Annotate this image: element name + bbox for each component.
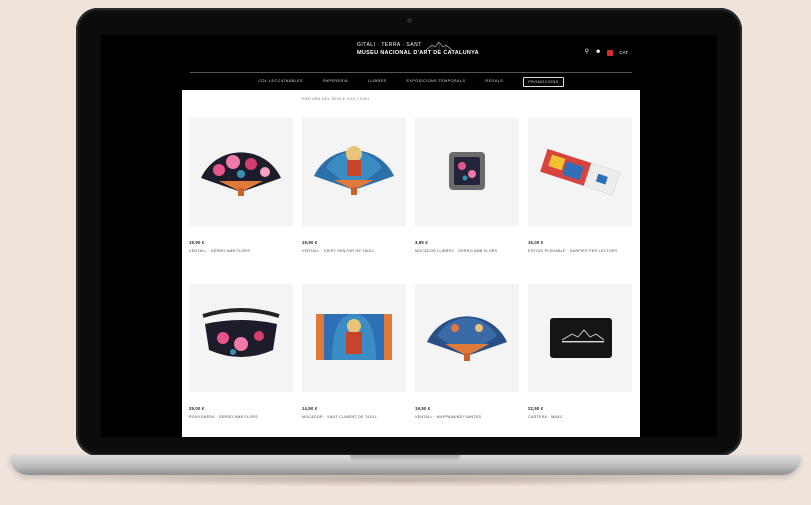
laptop-lid: GITALI · TERRA · SANT MUSEU NACIONAL D'A… <box>76 8 742 456</box>
product-name[interactable]: VENTALL · GERRO AMB FLORS <box>189 249 293 253</box>
product-image-fan-pantocrator[interactable] <box>302 118 406 226</box>
product-card[interactable]: 19,90 € VENTALL · CRIST SENYOR DE TAÜLL <box>302 118 406 253</box>
product-image-pantocrator-scarf[interactable] <box>302 284 406 392</box>
search-icon[interactable]: ⚲ <box>585 49 589 56</box>
product-card[interactable]: 15,00 € ESTOIG PLEGABLE · HARPIES PER LE… <box>528 118 632 253</box>
product-name[interactable]: MOCADOR · SANT CLIMENT DE TAÜLL <box>302 415 406 419</box>
nav-item-stationery[interactable]: PAPERERIA <box>323 77 348 87</box>
product-price: 15,00 € <box>528 240 544 245</box>
nav-item-gifts[interactable]: REGALS <box>485 77 503 87</box>
nav-item-books[interactable]: LLIBRES <box>368 77 386 87</box>
header-divider <box>190 72 632 73</box>
main-nav: COL·LECCIONABLES PAPERERIA LLIBRES EXPOS… <box>182 77 640 87</box>
product-price: 19,90 € <box>302 240 318 245</box>
product-name[interactable]: RONYONERA · GERRO AMB FLORS <box>189 415 293 419</box>
laptop-shadow <box>30 473 781 487</box>
product-price: 3,95 € <box>415 240 428 245</box>
product-price: 29,00 € <box>189 406 205 411</box>
product-card[interactable]: 3,95 € MOCADOR LLIBRES · GERRO AMB FLORS <box>415 118 519 253</box>
product-name[interactable]: ESTOIG PLEGABLE · HARPIES PER LECTORS <box>528 249 632 253</box>
nav-item-exhibitions[interactable]: EXPOSICIONS TEMPORALS <box>406 77 465 87</box>
product-image-waist-bag[interactable] <box>189 284 293 392</box>
logo-tagline[interactable]: GITALI · TERRA · SANT <box>357 42 422 48</box>
product-price: 14,90 € <box>302 406 318 411</box>
product-card[interactable]: 14,90 € MOCADOR · SANT CLIMENT DE TAÜLL <box>302 284 406 419</box>
product-price: 19,90 € <box>189 240 205 245</box>
product-card[interactable]: 29,00 € RONYONERA · GERRO AMB FLORS <box>189 284 293 419</box>
product-name[interactable]: VENTALL · MAPPAMUNDI SANTES <box>415 415 519 419</box>
product-name[interactable]: CARTERA · MNAC <box>528 415 632 419</box>
product-image-pin-box[interactable] <box>415 118 519 226</box>
nav-item-collectables[interactable]: COL·LECCIONABLES <box>258 77 303 87</box>
product-image-fan-floral[interactable] <box>189 118 293 226</box>
product-image-wallet[interactable] <box>528 284 632 392</box>
product-name[interactable]: MOCADOR LLIBRES · GERRO AMB FLORS <box>415 249 519 253</box>
nav-item-promotions[interactable]: PROMOCIONS <box>523 77 564 87</box>
product-price: 19,90 € <box>415 406 431 411</box>
language-selector[interactable]: CAT <box>619 49 628 56</box>
site-header: GITALI · TERRA · SANT MUSEU NACIONAL D'A… <box>182 35 640 90</box>
laptop-lid-notch <box>350 455 460 462</box>
product-card[interactable]: 19,90 € VENTALL · GERRO AMB FLORS <box>189 118 293 253</box>
webcam <box>407 18 412 23</box>
museum-logo-icon[interactable] <box>424 40 454 52</box>
logo-title[interactable]: MUSEU NACIONAL D'ART DE CATALUNYA <box>357 50 479 56</box>
product-image-folder[interactable] <box>528 118 632 226</box>
shop-website: GITALI · TERRA · SANT MUSEU NACIONAL D'A… <box>182 35 640 437</box>
user-icon[interactable]: ☻ <box>595 49 601 56</box>
breadcrumb[interactable]: PINTURA DEL SEGLE XVII I XVIII <box>302 97 369 101</box>
product-card[interactable]: 19,90 € VENTALL · MAPPAMUNDI SANTES <box>415 284 519 419</box>
product-card[interactable]: 22,90 € CARTERA · MNAC <box>528 284 632 419</box>
laptop-screen: GITALI · TERRA · SANT MUSEU NACIONAL D'A… <box>101 35 717 437</box>
product-price: 22,90 € <box>528 406 544 411</box>
product-image-fan-blue[interactable] <box>415 284 519 392</box>
cart-icon[interactable] <box>607 49 614 56</box>
header-icons: ⚲ ☻ CAT <box>585 49 628 56</box>
product-name[interactable]: VENTALL · CRIST SENYOR DE TAÜLL <box>302 249 406 253</box>
